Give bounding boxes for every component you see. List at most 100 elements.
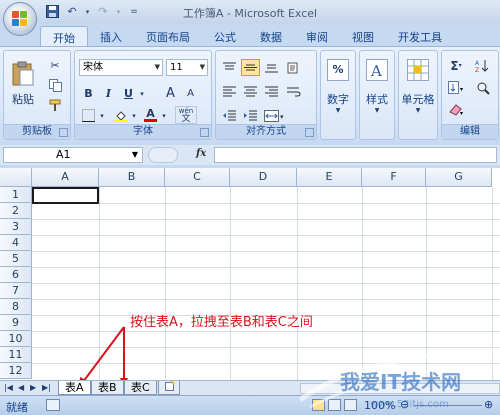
copy-icon[interactable] bbox=[46, 77, 64, 93]
phonetic-guide-button[interactable]: wén 文 bbox=[175, 106, 197, 124]
cut-icon[interactable]: ✂ bbox=[46, 57, 64, 73]
row-header-6[interactable]: 6 bbox=[0, 267, 32, 283]
decrease-indent-icon[interactable] bbox=[220, 107, 239, 124]
column-header-d[interactable]: D bbox=[230, 168, 297, 187]
font-launcher-icon[interactable] bbox=[200, 128, 209, 137]
align-top-icon[interactable] bbox=[220, 59, 239, 76]
font-name-select[interactable]: 宋体 ▼ bbox=[79, 59, 163, 76]
column-header-e[interactable]: E bbox=[297, 168, 362, 187]
name-box-value: A1 bbox=[56, 148, 71, 161]
formula-resize-handle[interactable] bbox=[148, 147, 178, 163]
next-sheet-icon[interactable]: ▶ bbox=[30, 383, 36, 392]
fill-icon[interactable]: ▾ bbox=[444, 79, 468, 96]
orientation-icon[interactable] bbox=[284, 59, 303, 76]
align-bottom-icon[interactable] bbox=[262, 59, 281, 76]
increase-indent-icon[interactable] bbox=[241, 107, 260, 124]
tab-insert[interactable]: 插入 bbox=[88, 26, 134, 46]
insert-sheet-icon[interactable] bbox=[158, 380, 180, 395]
instruction-annotation: 按住表A，拉拽至表B和表C之间 bbox=[130, 315, 313, 330]
active-cell-a1[interactable] bbox=[32, 187, 99, 204]
wrap-text-icon[interactable] bbox=[284, 83, 303, 100]
italic-button[interactable]: I bbox=[99, 85, 118, 102]
font-group: 宋体 ▼ 11 ▼ B I U ▾ A A ▾ ▾ A ▾ wén 文 字体 bbox=[74, 50, 212, 140]
clear-icon[interactable]: ▾ bbox=[444, 101, 468, 118]
find-select-icon[interactable] bbox=[472, 79, 496, 96]
row-header-5[interactable]: 5 bbox=[0, 251, 32, 267]
align-right-icon[interactable] bbox=[262, 83, 281, 100]
clipboard-launcher-icon[interactable] bbox=[59, 128, 68, 137]
editing-group: Σ ▾ AZ ▾ ▾ 编辑 bbox=[441, 50, 499, 140]
row-header-2[interactable]: 2 bbox=[0, 203, 32, 219]
row-header-12[interactable]: 12 bbox=[0, 363, 32, 379]
align-left-icon[interactable] bbox=[220, 83, 239, 100]
font-color-dropdown-icon[interactable]: ▾ bbox=[160, 107, 168, 124]
site-watermark-logo: 我爱IT技术网 www.52itjs.com bbox=[300, 347, 500, 410]
column-header-a[interactable]: A bbox=[32, 168, 99, 187]
row-header-9[interactable]: 9 bbox=[0, 315, 32, 331]
fill-color-dropdown-icon[interactable]: ▾ bbox=[130, 107, 138, 124]
merge-center-icon[interactable]: ▾ bbox=[262, 107, 288, 124]
tab-home[interactable]: 开始 bbox=[40, 26, 88, 46]
row-header-10[interactable]: 10 bbox=[0, 331, 32, 347]
sheet-tab-c[interactable]: 表C bbox=[124, 381, 157, 395]
row-header-3[interactable]: 3 bbox=[0, 219, 32, 235]
alignment-launcher-icon[interactable] bbox=[305, 128, 314, 137]
row-header-1[interactable]: 1 bbox=[0, 187, 32, 203]
fill-color-icon[interactable] bbox=[111, 107, 130, 124]
grow-font-button[interactable]: A bbox=[161, 85, 180, 102]
align-middle-icon[interactable] bbox=[241, 59, 260, 76]
paste-icon bbox=[12, 61, 34, 86]
number-format-button[interactable]: % 数字 ▼ bbox=[323, 55, 353, 117]
formula-bar: A1 ▼ fx bbox=[0, 145, 500, 165]
first-sheet-icon[interactable]: |◀ bbox=[4, 383, 13, 392]
border-icon[interactable] bbox=[79, 107, 98, 124]
cells-label: 单元格 bbox=[401, 92, 435, 106]
column-header-f[interactable]: F bbox=[362, 168, 426, 187]
name-box[interactable]: A1 ▼ bbox=[3, 147, 143, 163]
tab-data[interactable]: 数据 bbox=[248, 26, 294, 46]
tab-review[interactable]: 审阅 bbox=[294, 26, 340, 46]
underline-button[interactable]: U bbox=[119, 85, 138, 102]
row-header-4[interactable]: 4 bbox=[0, 235, 32, 251]
tab-developer[interactable]: 开发工具 bbox=[386, 26, 454, 46]
align-center-icon[interactable] bbox=[241, 83, 260, 100]
sort-filter-icon[interactable]: AZ bbox=[472, 57, 496, 74]
styles-button[interactable]: A 样式 ▼ bbox=[362, 55, 392, 117]
column-header-c[interactable]: C bbox=[165, 168, 230, 187]
office-button[interactable] bbox=[3, 2, 37, 36]
row-header-11[interactable]: 11 bbox=[0, 347, 32, 363]
sheet-tab-a[interactable]: 表A bbox=[58, 381, 91, 395]
sheet-tab-b[interactable]: 表B bbox=[91, 381, 124, 395]
tab-page-layout[interactable]: 页面布局 bbox=[134, 26, 202, 46]
border-dropdown-icon[interactable]: ▾ bbox=[98, 107, 106, 124]
autosum-button[interactable]: Σ ▾ bbox=[444, 57, 468, 74]
row-header-8[interactable]: 8 bbox=[0, 299, 32, 315]
insert-function-icon[interactable]: fx bbox=[196, 148, 206, 159]
cells-button[interactable]: 单元格 ▼ bbox=[401, 55, 435, 117]
bold-button[interactable]: B bbox=[79, 85, 98, 102]
row-header-7[interactable]: 7 bbox=[0, 283, 32, 299]
ribbon: 粘贴 ✂ 剪贴板 宋体 ▼ 11 ▼ B I U ▾ A A ▾ ▾ A ▾ w… bbox=[0, 46, 500, 142]
svg-text:▾: ▾ bbox=[280, 113, 284, 121]
column-header-b[interactable]: B bbox=[99, 168, 165, 187]
formula-input[interactable] bbox=[214, 147, 497, 163]
gridline bbox=[32, 235, 500, 236]
font-size-select[interactable]: 11 ▼ bbox=[166, 59, 208, 76]
tab-view[interactable]: 视图 bbox=[340, 26, 386, 46]
format-painter-icon[interactable] bbox=[46, 97, 64, 113]
macro-record-icon[interactable] bbox=[46, 399, 60, 411]
column-header-g[interactable]: G bbox=[426, 168, 492, 187]
underline-dropdown-icon[interactable]: ▾ bbox=[138, 85, 146, 102]
chevron-down-icon: ▼ bbox=[415, 106, 421, 114]
font-color-button[interactable]: A bbox=[141, 106, 160, 124]
last-sheet-icon[interactable]: ▶| bbox=[42, 383, 51, 392]
tab-formulas[interactable]: 公式 bbox=[202, 26, 248, 46]
cells-icon bbox=[407, 58, 429, 81]
chevron-down-icon: ▼ bbox=[335, 106, 341, 114]
paste-button[interactable]: 粘贴 bbox=[7, 55, 39, 113]
shrink-font-button[interactable]: A bbox=[181, 85, 200, 102]
gridline bbox=[32, 299, 500, 300]
styles-group: A 样式 ▼ bbox=[359, 50, 395, 140]
select-all-button[interactable] bbox=[0, 168, 32, 187]
prev-sheet-icon[interactable]: ◀ bbox=[18, 383, 24, 392]
